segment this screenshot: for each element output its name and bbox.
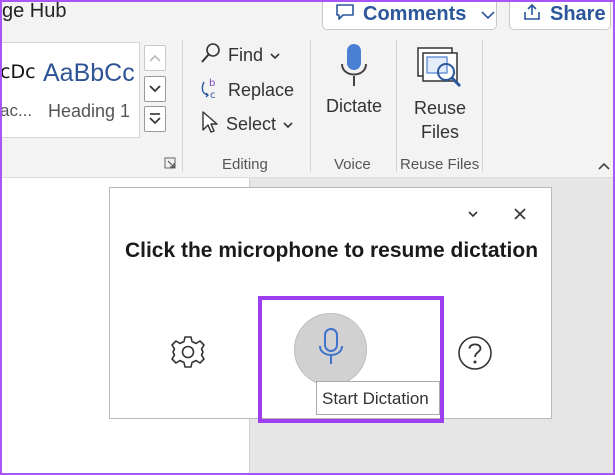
ribbon: ge Hub Comments Share cDc ac... AaBbCc H… (0, 0, 615, 178)
dictate-label[interactable]: Dictate (322, 96, 386, 117)
styles-gallery: cDc ac... AaBbCc Heading 1 (0, 42, 140, 138)
voice-group-label: Voice (334, 156, 371, 173)
svg-text:b: b (209, 78, 215, 89)
reuse-label-line1: Reuse (413, 98, 467, 118)
reuse-label-line2: Files (420, 122, 459, 142)
find-label: Find (228, 45, 264, 65)
collapse-ribbon-icon[interactable] (597, 158, 611, 174)
replace-icon: bc (200, 76, 222, 105)
style-sample-heading1[interactable]: AaBbCc (43, 59, 135, 88)
gallery-scroll-down-button[interactable] (144, 76, 166, 102)
gallery-scroll-up-button[interactable] (144, 45, 166, 71)
gear-icon[interactable] (170, 334, 206, 375)
dictate-button[interactable] (336, 42, 372, 95)
reuse-files-group-label: Reuse Files (400, 156, 480, 173)
editing-group-label: Editing (222, 156, 268, 173)
ribbon-separator (482, 40, 483, 172)
select-label: Select (226, 114, 277, 134)
gallery-more-button[interactable] (144, 106, 166, 132)
share-icon (522, 3, 542, 27)
window-title: ge Hub (2, 0, 67, 22)
find-button[interactable]: Find (200, 42, 281, 69)
comments-label: Comments (363, 3, 467, 25)
replace-label: Replace (228, 80, 295, 100)
chevron-down-icon (480, 3, 496, 26)
ribbon-separator (310, 40, 311, 172)
styles-dialog-launcher-icon[interactable] (164, 157, 178, 171)
close-icon[interactable] (514, 204, 526, 225)
collapse-panel-icon[interactable] (467, 206, 479, 221)
style-sample-normal[interactable]: cDc (0, 61, 36, 83)
reuse-files-label[interactable]: Reuse Files (408, 96, 472, 144)
highlight-annotation (258, 296, 444, 423)
reuse-files-icon (416, 47, 466, 94)
select-button[interactable]: Select (200, 110, 294, 139)
cursor-arrow-icon (200, 110, 220, 139)
search-icon (200, 42, 222, 69)
share-button[interactable]: Share (509, 0, 611, 30)
reuse-files-button[interactable] (416, 46, 466, 95)
ribbon-separator (396, 40, 397, 172)
share-label: Share (550, 3, 606, 25)
comment-icon (335, 3, 355, 27)
comments-button[interactable]: Comments (322, 0, 497, 30)
replace-button[interactable]: bc Replace (200, 76, 294, 105)
style-name-heading1: Heading 1 (48, 101, 131, 121)
microphone-icon (336, 44, 372, 94)
dictation-title: Click the microphone to resume dictation (124, 239, 539, 262)
ribbon-separator (182, 40, 183, 172)
svg-text:c: c (210, 90, 216, 100)
chevron-down-icon (269, 49, 281, 63)
chevron-down-icon (282, 118, 294, 132)
style-name-normal: ac... (0, 101, 33, 120)
help-icon[interactable] (457, 335, 493, 376)
